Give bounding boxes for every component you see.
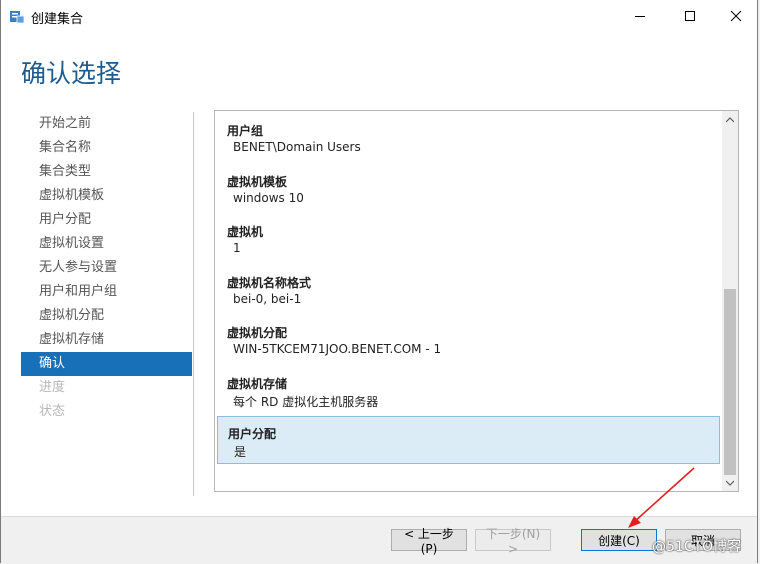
nav-step-9[interactable]: 虚拟机分配 [21,304,192,328]
summary-item: 虚拟机 1 [217,215,720,263]
summary-item-label: 用户分配 [228,427,277,441]
nav-step-11[interactable]: 确认 [21,352,192,376]
nav-step-3[interactable]: 集合类型 [21,160,192,184]
nav-step-13: 状态 [39,404,66,419]
summary-item-label: 虚拟机 [227,225,264,239]
summary-item: 虚拟机名称格式 bei-0, bei-1 [217,266,720,314]
nav-divider [193,112,194,496]
previous-button[interactable]: < 上一步(P) [391,527,467,556]
page-title: 确认选择 [21,59,122,88]
summary-item: 用户分配是 [217,416,720,464]
watermark: @51CTO博客 [652,539,742,555]
create-button[interactable]: 创建(C) [581,529,657,551]
summary-item-value: 每个 RD 虚拟化主机服务器 [233,395,379,409]
wizard-step-nav: 开始之前 集合名称 集合类型 虚拟机模板 用户分配 虚拟机设置 无人参与设置 用户和用户组 虚拟… [21,112,192,424]
window-title: 创建集合 [31,12,84,27]
nav-step-8[interactable]: 用户和用户组 [21,280,192,304]
scroll-down-button[interactable] [722,474,738,491]
summary-item-label: 虚拟机分配 [227,326,288,340]
nav-step-6[interactable]: 虚拟机设置 [21,232,192,256]
summary-item-value: windows 10 [233,191,304,205]
wizard-footer: < 上一步(P) 下一步(N) > 创建(C) 取消 [1,516,757,564]
maximize-icon [685,11,695,21]
create-collection-window: 创建集合 确认选择 开始之前 集合名称 集合类型 虚拟机模板 用户分配 虚拟机设置 无人参与… [0,0,758,564]
confirmation-summary-panel: 用户组 BENET\Domain Users 虚拟机模板 windows 10 虚拟机 1… [214,110,739,492]
nav-step-4[interactable]: 虚拟机模板 [21,184,192,208]
summary-scrollbar[interactable] [722,111,738,491]
summary-item-label: 虚拟机模板 [227,175,288,189]
summary-item-value: BENET\Domain Users [233,140,361,154]
chevron-up-icon [726,116,734,122]
close-icon [730,10,742,22]
chevron-down-icon [726,480,734,486]
nav-step-10[interactable]: 虚拟机存储 [21,328,192,352]
nav-step-2[interactable]: 集合名称 [21,136,192,160]
minimize-icon [635,16,645,17]
summary-item-value: 1 [233,241,241,255]
nav-step-12: 进度 [39,380,66,395]
scroll-up-button[interactable] [722,111,738,128]
summary-item-value: 是 [234,445,247,459]
summary-item-value: bei-0, bei-1 [233,292,302,306]
nav-step-5[interactable]: 用户分配 [21,208,192,232]
summary-item: 虚拟机存储每个 RD 虚拟化主机服务器 [217,367,720,415]
summary-item: 虚拟机模板 windows 10 [217,165,720,213]
scroll-thumb[interactable] [724,289,736,475]
summary-item: 虚拟机分配 WIN-5TKCEM71JOO.BENET.COM - 1 [217,316,720,364]
nav-step-7[interactable]: 无人参与设置 [21,256,192,280]
minimize-button[interactable] [617,0,663,32]
maximize-button[interactable] [667,0,713,32]
nav-step-1[interactable]: 开始之前 [21,112,192,136]
summary-item-value: WIN-5TKCEM71JOO.BENET.COM - 1 [233,342,442,356]
summary-item-label: 用户组 [227,124,264,138]
summary-item-label: 虚拟机名称格式 [227,276,312,290]
summary-item-label: 虚拟机存储 [227,377,288,391]
title-bar: 创建集合 [1,0,757,32]
summary-item: 用户组 BENET\Domain Users [217,114,720,162]
close-button[interactable] [713,0,759,32]
server-manager-icon [9,8,25,24]
next-button[interactable]: 下一步(N) > [475,527,551,556]
